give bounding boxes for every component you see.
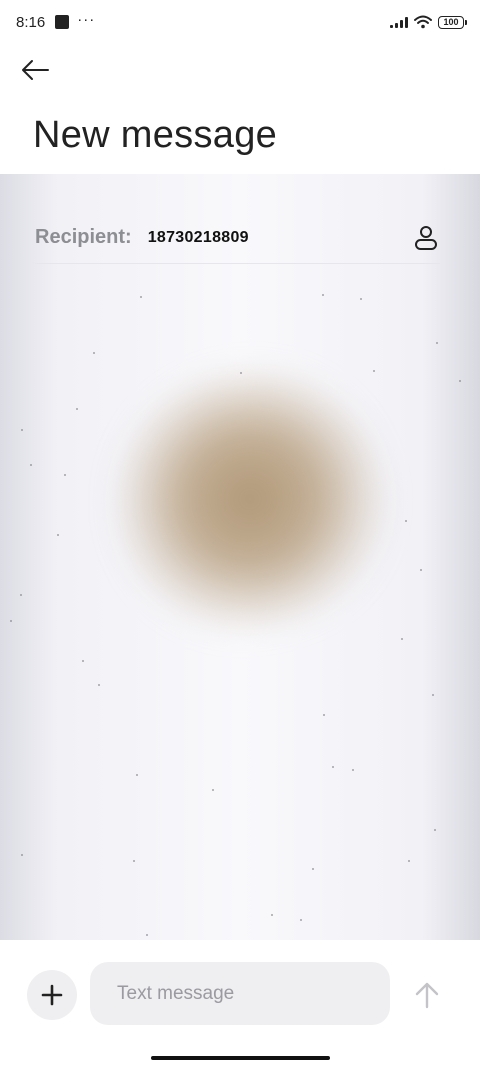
plus-icon: [41, 984, 63, 1006]
wallpaper-heart-shape: [90, 343, 410, 655]
recipient-number[interactable]: 18730218809: [148, 229, 249, 247]
message-input[interactable]: [90, 962, 390, 1025]
contact-picker-button[interactable]: [412, 223, 440, 253]
status-time: 8:16: [16, 13, 46, 31]
notification-icon: [55, 15, 70, 29]
status-icons: 100: [390, 15, 467, 29]
home-indicator[interactable]: [151, 1056, 330, 1060]
new-message-screen: 8:16 ··· 100 New message Recipient: 1873…: [0, 0, 480, 1067]
page-title: New message: [33, 114, 278, 156]
wifi-icon: [414, 15, 432, 29]
attach-button[interactable]: [27, 970, 77, 1020]
more-notifications-icon: ···: [77, 10, 96, 28]
back-button[interactable]: [20, 52, 64, 88]
arrow-up-icon: [415, 982, 439, 1009]
battery-icon: 100: [438, 15, 467, 29]
contact-person-icon: [415, 225, 437, 250]
arrow-left-icon: [22, 60, 49, 80]
send-button[interactable]: [410, 978, 444, 1012]
conversation-area: Recipient: 18730218809: [0, 174, 480, 940]
cellular-signal-icon: [390, 16, 408, 28]
gesture-nav-area: [0, 1048, 480, 1067]
recipient-label: Recipient:: [35, 226, 132, 248]
recipient-row[interactable]: Recipient: 18730218809: [35, 212, 440, 264]
composer-bar: [0, 940, 480, 1048]
status-bar: 8:16 ··· 100: [0, 0, 480, 44]
